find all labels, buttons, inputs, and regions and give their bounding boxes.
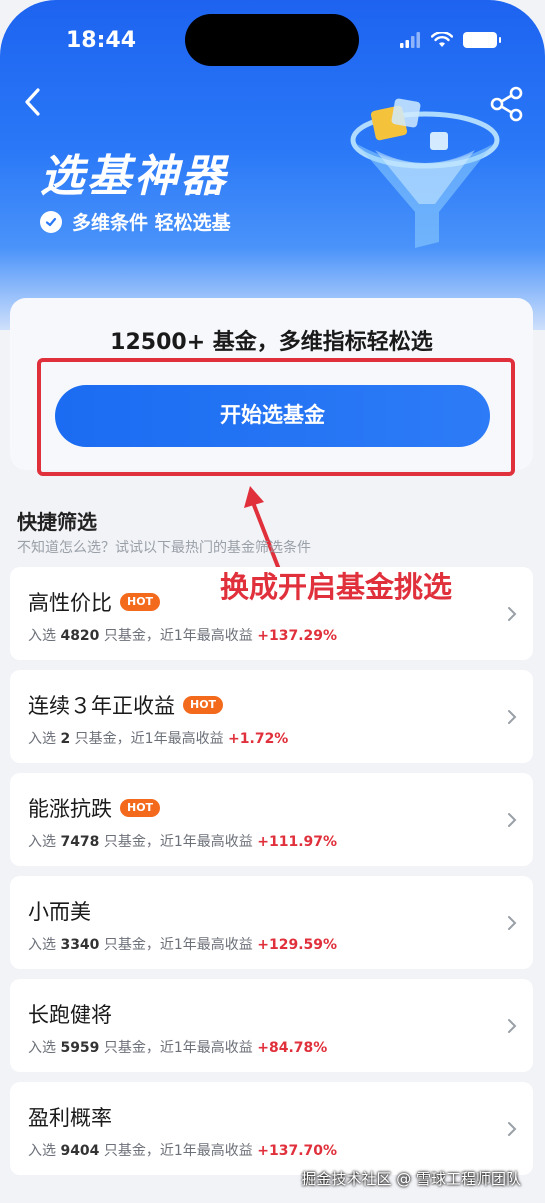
check-circle-icon — [40, 210, 62, 233]
chevron-left-icon[interactable] — [14, 82, 54, 122]
filter-item-return: +84.78% — [257, 1040, 328, 1056]
filter-item-mid: 只基金，近1年最高收益 — [103, 937, 253, 953]
filter-item-mid: 只基金，近1年最高收益 — [74, 731, 224, 747]
chevron-right-icon — [508, 1019, 517, 1033]
filter-item-name: 高性价比 — [28, 591, 112, 615]
dynamic-island — [185, 14, 359, 66]
quick-filter-subtitle: 不知道怎么选？试试以下最热门的基金筛选条件 — [17, 540, 311, 556]
chevron-right-icon — [508, 1122, 517, 1136]
page-title: 选基神器 — [40, 151, 228, 202]
filter-item-mid: 只基金，近1年最高收益 — [103, 628, 253, 644]
signal-icon — [400, 32, 420, 48]
filter-item-mid: 只基金，近1年最高收益 — [103, 834, 253, 850]
hero-subtitle: 多维条件 轻松选基 — [40, 208, 231, 235]
filter-item[interactable]: 连续３年正收益 HOT 入选 2 只基金，近1年最高收益 +1.72% — [10, 670, 533, 763]
filter-item-title: 连续３年正收益 HOT — [28, 690, 224, 720]
filter-item-description: 入选 4820 只基金，近1年最高收益 +137.29% — [28, 625, 337, 645]
battery-icon — [463, 32, 501, 48]
status-icons — [399, 32, 501, 48]
filter-item-return: +137.70% — [257, 1143, 338, 1159]
subtitle-text: 多维条件 轻松选基 — [72, 212, 231, 234]
filter-item-description: 入选 5959 只基金，近1年最高收益 +84.78% — [28, 1037, 327, 1057]
filter-item-mid: 只基金，近1年最高收益 — [103, 1040, 253, 1056]
filter-item-count: 9404 — [60, 1143, 100, 1159]
filter-item[interactable]: 长跑健将入选 5959 只基金，近1年最高收益 +84.78% — [10, 979, 533, 1072]
filter-item-count: 7478 — [60, 834, 100, 850]
filter-item[interactable]: 能涨抗跌 HOT 入选 7478 只基金，近1年最高收益 +111.97% — [10, 773, 533, 866]
filter-item-prefix: 入选 — [28, 1040, 56, 1056]
filter-item-count: 3340 — [60, 937, 100, 953]
card-headline: 12500+ 基金，多维指标轻松选 — [110, 330, 433, 355]
chevron-right-icon — [508, 607, 517, 621]
filter-item[interactable]: 盈利概率入选 9404 只基金，近1年最高收益 +137.70% — [10, 1082, 533, 1175]
annotation-highlight-box — [37, 358, 515, 476]
filter-item-description: 入选 7478 只基金，近1年最高收益 +111.97% — [28, 831, 337, 851]
hot-badge: HOT — [120, 799, 161, 817]
filter-item-description: 入选 9404 只基金，近1年最高收益 +137.70% — [28, 1140, 337, 1160]
filter-item-description: 入选 3340 只基金，近1年最高收益 +129.59% — [28, 934, 337, 954]
filter-item-title: 高性价比 HOT — [28, 587, 161, 617]
wifi-icon — [431, 32, 453, 47]
filter-item-name: 盈利概率 — [28, 1106, 112, 1130]
filter-item-return: +137.29% — [257, 628, 338, 644]
filter-item-name: 长跑健将 — [28, 1003, 112, 1027]
filter-item-prefix: 入选 — [28, 628, 56, 644]
quick-filter-title: 快捷筛选 — [17, 510, 97, 534]
filter-item-return: +1.72% — [228, 731, 289, 747]
filter-item-count: 2 — [60, 731, 71, 747]
hero-banner: 18:44 选基神器 多维条件 轻松选基 — [0, 0, 545, 330]
chevron-right-icon — [508, 813, 517, 827]
filter-item-title: 能涨抗跌 HOT — [28, 793, 161, 823]
filter-item-title: 长跑健将 — [28, 999, 112, 1029]
filter-item-prefix: 入选 — [28, 937, 56, 953]
filter-item-mid: 只基金，近1年最高收益 — [103, 1143, 253, 1159]
filter-item-name: 连续３年正收益 — [28, 694, 175, 718]
status-time: 18:44 — [66, 28, 137, 53]
filter-item-prefix: 入选 — [28, 834, 56, 850]
phone-screen: 18:44 选基神器 多维条件 轻松选基 12500+ 基金，多维指标轻松选 开… — [0, 0, 545, 1203]
filter-item-return: +111.97% — [257, 834, 338, 850]
hot-badge: HOT — [120, 593, 161, 611]
filter-item-count: 4820 — [60, 628, 100, 644]
filter-item-name: 小而美 — [28, 900, 91, 924]
filter-item[interactable]: 小而美入选 3340 只基金，近1年最高收益 +129.59% — [10, 876, 533, 969]
filter-item-title: 盈利概率 — [28, 1102, 112, 1132]
funnel-illustration-icon — [350, 98, 500, 248]
chevron-right-icon — [508, 710, 517, 724]
chevron-right-icon — [508, 916, 517, 930]
watermark: 掘金技术社区 @ 雪球工程师团队 — [301, 1170, 521, 1188]
filter-item-count: 5959 — [60, 1040, 100, 1056]
hot-badge: HOT — [183, 696, 224, 714]
filter-item-description: 入选 2 只基金，近1年最高收益 +1.72% — [28, 728, 288, 748]
filter-item-title: 小而美 — [28, 896, 91, 926]
filter-item-return: +129.59% — [257, 937, 338, 953]
filter-item-prefix: 入选 — [28, 1143, 56, 1159]
filter-item-name: 能涨抗跌 — [28, 797, 112, 821]
filter-item-prefix: 入选 — [28, 731, 56, 747]
annotation-text: 换成开启基金挑选 — [220, 570, 453, 604]
